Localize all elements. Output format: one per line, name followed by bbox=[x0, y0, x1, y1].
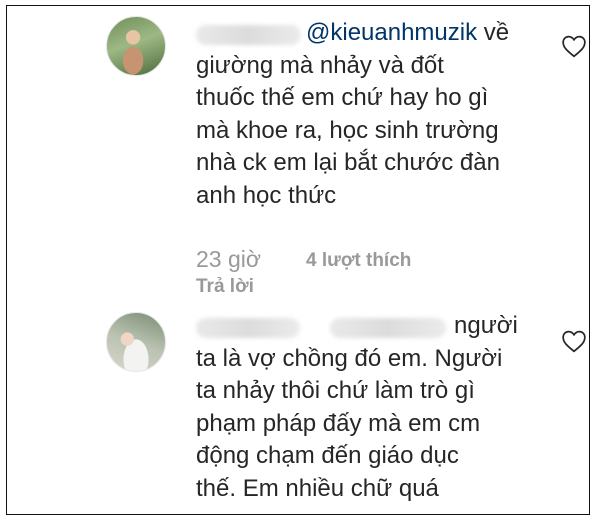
comment-line: phạm pháp đấy mà em cm bbox=[196, 409, 481, 437]
avatar[interactable] bbox=[106, 312, 166, 372]
comment-line: giường mà nhảy và đốt bbox=[196, 51, 444, 79]
comment-line: ta là vợ chồng đó em. Người bbox=[196, 344, 503, 372]
reply-button[interactable]: Trả lời bbox=[196, 276, 254, 298]
heart-outline-icon[interactable] bbox=[561, 34, 587, 58]
comment-line: thế. Em nhiều chữ quá bbox=[196, 474, 439, 502]
comment-line: về bbox=[483, 19, 510, 46]
comment-line: nhà ck em lại bắt chước đàn bbox=[196, 149, 500, 176]
avatar[interactable] bbox=[106, 16, 166, 76]
comment-line: mà khoe ra, học sinh trường bbox=[196, 116, 499, 144]
comment-text: @kieuanhmuzik về giường mà nhảy và đốt t… bbox=[196, 17, 541, 212]
comment-line: thuốc thế em chứ hay ho gì bbox=[196, 84, 489, 111]
like-count[interactable]: 4 lượt thích bbox=[306, 250, 411, 272]
comment-line: anh học thức bbox=[196, 181, 337, 209]
heart-outline-icon[interactable] bbox=[561, 329, 587, 353]
comment-line: động chạm đến giáo dục bbox=[196, 442, 459, 469]
comment-line: người bbox=[454, 312, 518, 339]
comment-text: người ta là vợ chồng đó em. Người ta nhả… bbox=[196, 310, 541, 505]
mention-link[interactable]: @kieuanhmuzik bbox=[306, 19, 477, 46]
comment-line: ta nhảy thôi chứ làm trò gì bbox=[196, 377, 475, 404]
comment-time[interactable]: 23 giờ bbox=[196, 246, 261, 273]
